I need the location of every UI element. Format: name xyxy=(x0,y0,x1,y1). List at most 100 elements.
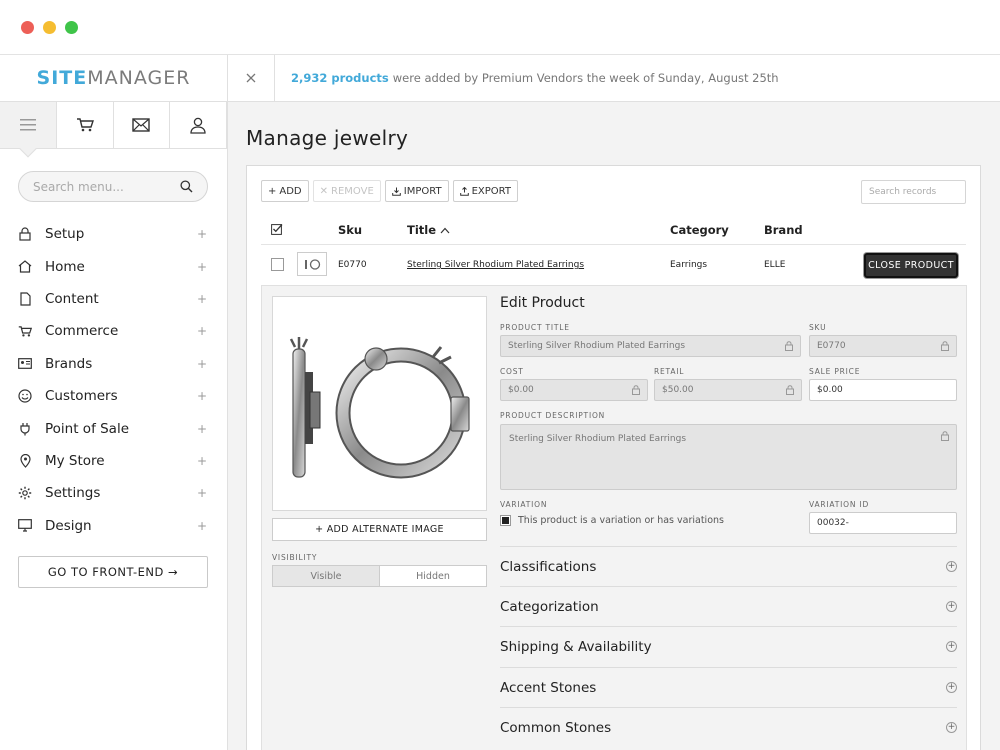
maximize-window-button[interactable] xyxy=(65,21,78,34)
add-alternate-image-button[interactable]: + ADD ALTERNATE IMAGE xyxy=(272,518,487,541)
minimize-window-button[interactable] xyxy=(43,21,56,34)
column-header-brand[interactable]: Brand xyxy=(764,223,803,237)
remove-button[interactable]: ✕ REMOVE xyxy=(312,180,381,202)
variation-id-input[interactable]: 00032- xyxy=(809,512,957,534)
account-tab[interactable] xyxy=(170,102,227,148)
menu-search-input[interactable]: Search menu... xyxy=(18,171,208,202)
product-title-field[interactable]: Sterling Silver Rhodium Plated Earrings xyxy=(500,335,801,357)
records-toolbar: + ADD ✕ REMOVE IMPORT EXPORT xyxy=(261,180,518,202)
commerce-tab[interactable] xyxy=(57,102,114,148)
sidebar-item-content[interactable]: Content + xyxy=(0,283,227,315)
remove-label: REMOVE xyxy=(331,185,374,197)
product-image[interactable] xyxy=(272,296,487,511)
expand-icon[interactable]: + xyxy=(197,227,207,241)
edit-product-heading: Edit Product xyxy=(500,295,585,311)
expand-plus-icon[interactable]: + xyxy=(946,722,957,733)
logo-part-manager: MANAGER xyxy=(87,67,191,89)
product-title-value: Sterling Silver Rhodium Plated Earrings xyxy=(508,341,686,351)
expand-icon[interactable]: + xyxy=(197,519,207,533)
row-checkbox[interactable] xyxy=(271,258,284,271)
sidebar-item-customers[interactable]: Customers + xyxy=(0,380,227,412)
close-product-button[interactable]: CLOSE PRODUCT xyxy=(864,253,958,278)
column-header-title[interactable]: Title xyxy=(407,223,450,237)
product-thumbnail[interactable] xyxy=(297,252,327,276)
visible-option[interactable]: Visible xyxy=(273,566,380,586)
table-header: Sku Title Category Brand xyxy=(261,216,966,245)
section-categorization[interactable]: Categorization + xyxy=(500,586,957,626)
variation-id-label: VARIATION ID xyxy=(809,500,870,509)
section-common-stones[interactable]: Common Stones + xyxy=(500,707,957,747)
expand-plus-icon[interactable]: + xyxy=(946,601,957,612)
sidebar-item-point-of-sale[interactable]: Point of Sale + xyxy=(0,412,227,444)
select-all-checkbox[interactable] xyxy=(271,223,283,238)
main-content: Manage jewelry + ADD ✕ REMOVE IMPORT EXPOR… xyxy=(228,102,1000,750)
expand-icon[interactable]: + xyxy=(197,389,207,403)
user-icon xyxy=(190,117,206,134)
monitor-icon xyxy=(18,519,32,532)
expand-plus-icon[interactable]: + xyxy=(946,641,957,652)
row-title-link[interactable]: Sterling Silver Rhodium Plated Earrings xyxy=(407,260,584,270)
expand-icon[interactable]: + xyxy=(197,357,207,371)
variation-checkbox-row[interactable]: This product is a variation or has varia… xyxy=(500,515,724,526)
expand-plus-icon[interactable]: + xyxy=(946,682,957,693)
section-title: Common Stones xyxy=(500,719,612,736)
sidebar-item-commerce[interactable]: Commerce + xyxy=(0,315,227,347)
search-icon[interactable] xyxy=(180,180,193,193)
dismiss-notification-button[interactable] xyxy=(228,54,275,102)
close-window-button[interactable] xyxy=(21,21,34,34)
messages-tab[interactable] xyxy=(114,102,171,148)
section-classifications[interactable]: Classifications + xyxy=(500,546,957,586)
lock-icon xyxy=(941,341,949,351)
sidebar-item-brands[interactable]: Brands + xyxy=(0,348,227,380)
mail-icon xyxy=(132,118,151,132)
sidebar-item-home[interactable]: Home + xyxy=(0,250,227,282)
section-shipping-availability[interactable]: Shipping & Availability + xyxy=(500,626,957,666)
import-button[interactable]: IMPORT xyxy=(384,180,449,202)
section-accent-stones[interactable]: Accent Stones + xyxy=(500,667,957,707)
row-category: Earrings xyxy=(670,260,708,270)
sale-price-input[interactable]: $0.00 xyxy=(809,379,957,401)
earring-thumbnail-icon xyxy=(305,259,321,270)
cost-field[interactable]: $0.00 xyxy=(500,379,648,401)
sidebar-item-design[interactable]: Design + xyxy=(0,510,227,542)
gear-icon xyxy=(18,487,32,500)
sku-field[interactable]: E0770 xyxy=(809,335,957,357)
go-to-front-end-button[interactable]: GO TO FRONT-END → xyxy=(18,555,208,588)
hidden-option[interactable]: Hidden xyxy=(380,566,486,586)
sidebar-item-setup[interactable]: Setup + xyxy=(0,218,227,250)
row-brand: ELLE xyxy=(764,260,786,270)
product-description-label: PRODUCT DESCRIPTION xyxy=(500,411,606,420)
retail-field[interactable]: $50.00 xyxy=(654,379,802,401)
page-title: Manage jewelry xyxy=(246,126,409,150)
expand-icon[interactable]: + xyxy=(197,454,207,468)
sidebar-item-label: Content xyxy=(45,290,99,307)
site-manager-logo[interactable]: SITE MANAGER xyxy=(0,55,227,102)
lock-icon xyxy=(941,431,949,441)
expand-icon[interactable]: + xyxy=(197,486,207,500)
sidebar-item-settings[interactable]: Settings + xyxy=(0,477,227,509)
sidebar-item-my-store[interactable]: My Store + xyxy=(0,445,227,477)
search-records-input[interactable]: Search records xyxy=(861,180,966,204)
plug-icon xyxy=(20,422,30,436)
smiley-icon xyxy=(18,389,32,403)
expand-icon[interactable]: + xyxy=(197,422,207,436)
column-header-sku[interactable]: Sku xyxy=(338,223,362,237)
expand-icon[interactable]: + xyxy=(197,260,207,274)
export-button[interactable]: EXPORT xyxy=(452,180,518,202)
retail-value: $50.00 xyxy=(662,385,694,395)
variation-checkbox[interactable] xyxy=(500,515,511,526)
column-header-category[interactable]: Category xyxy=(670,223,729,237)
expand-plus-icon[interactable]: + xyxy=(946,561,957,572)
sidebar: SITE MANAGER Search menu... Setup + Home … xyxy=(0,55,228,750)
expand-icon[interactable]: + xyxy=(197,324,207,338)
add-button[interactable]: + ADD xyxy=(261,180,309,202)
row-sku: E0770 xyxy=(338,260,367,270)
sidebar-item-label: My Store xyxy=(45,452,105,469)
cart-icon xyxy=(18,326,32,337)
expand-icon[interactable]: + xyxy=(197,292,207,306)
add-label: ADD xyxy=(279,185,302,197)
table-row[interactable]: E0770 Sterling Silver Rhodium Plated Ear… xyxy=(261,245,966,285)
visibility-label: VISIBILITY xyxy=(272,553,318,562)
product-description-field[interactable]: Sterling Silver Rhodium Plated Earrings xyxy=(500,424,957,490)
variation-label: VARIATION xyxy=(500,500,548,509)
